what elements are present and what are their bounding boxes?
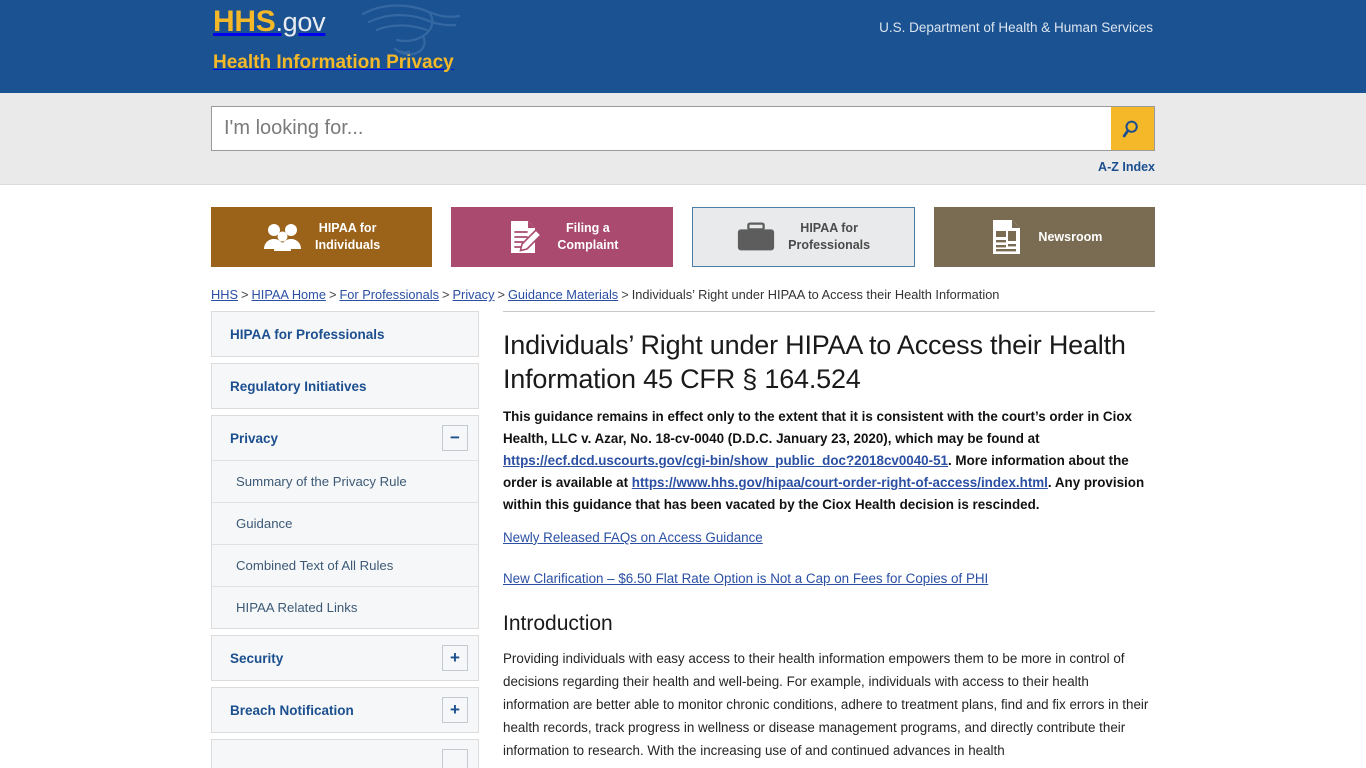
collapse-minus-icon[interactable]: − [442,425,468,451]
sidebar-item-label: Breach Notification [230,702,354,718]
site-banner: HHS.gov Health Information Privacy U.S. … [0,0,1366,93]
sidebar-group-privacy: Privacy − Summary of the Privacy Rule Gu… [211,415,479,629]
hhs-logo-suffix: .gov [275,7,326,37]
section-heading-introduction: Introduction [503,611,613,635]
court-order-page-link[interactable]: https://www.hhs.gov/hipaa/court-order-ri… [632,475,1048,490]
sidebar-subitem-label: Guidance [236,516,293,531]
breadcrumb-link-guidance-materials[interactable]: Guidance Materials [508,287,618,302]
main-content: Individuals’ Right under HIPAA to Access… [503,311,1155,768]
tile-filing-a-complaint[interactable]: Filing a Complaint [451,207,673,267]
sidebar-subitem-combined-text-of-all-rules[interactable]: Combined Text of All Rules [212,544,478,586]
briefcase-icon [736,219,776,255]
sidebar-item-regulatory-initiatives[interactable]: Regulatory Initiatives [212,364,478,408]
az-index-link[interactable]: A-Z Index [1098,160,1155,174]
breadcrumb-current: Individuals’ Right under HIPAA to Access… [631,287,1000,302]
sidebar-item-hipaa-for-professionals[interactable]: HIPAA for Professionals [212,312,478,356]
search-button[interactable] [1111,107,1154,150]
breadcrumb-link-hhs[interactable]: HHS [211,287,238,302]
az-index-row: A-Z Index [211,158,1155,176]
sidebar-subitem-label: HIPAA Related Links [236,600,358,615]
tile-newsroom[interactable]: Newsroom [933,207,1155,267]
search-icon [1122,120,1138,137]
tile-label: HIPAA for Individuals [314,221,381,252]
search-bar-region: A-Z Index [0,93,1366,185]
sidebar-group-security: Security + [211,635,479,681]
notice-text-part1: This guidance remains in effect only to … [503,409,1132,447]
department-name: U.S. Department of Health & Human Servic… [879,20,1153,35]
news-document-icon [986,219,1026,255]
sidebar-group-breach-notification: Breach Notification + [211,687,479,733]
breadcrumb-separator: > [442,287,450,302]
sidebar-subitem-label: Summary of the Privacy Rule [236,474,407,489]
sidebar-item-security[interactable]: Security + [212,636,478,680]
hhs-logo-link[interactable]: HHS.gov Health Information Privacy [213,6,454,74]
sidebar-item-breach-notification[interactable]: Breach Notification + [212,688,478,732]
search-input[interactable] [212,107,1111,150]
court-order-notice: This guidance remains in effect only to … [503,406,1155,516]
breadcrumb-separator: > [497,287,505,302]
tile-label: Filing a Complaint [557,221,619,252]
sidebar-item-partial[interactable] [212,740,478,768]
form-pencil-icon [505,219,545,255]
tile-label: HIPAA for Professionals [788,221,871,252]
people-icon [263,219,303,255]
court-docket-link[interactable]: https://ecf.dcd.uscourts.gov/cgi-bin/sho… [503,453,948,468]
sidebar-subitem-label: Combined Text of All Rules [236,558,394,573]
site-subtitle: Health Information Privacy [213,51,454,73]
hhs-logo-primary: HHS [213,5,276,38]
sidebar-item-label: Regulatory Initiatives [230,378,367,394]
link-newly-released-faqs[interactable]: Newly Released FAQs on Access Guidance [503,530,1155,545]
breadcrumb-separator: > [328,287,337,302]
breadcrumb: HHS > HIPAA Home > For Professionals > Privacy… [211,287,1155,302]
breadcrumb-link-for-professionals[interactable]: For Professionals [339,287,439,302]
breadcrumb-separator: > [621,287,629,302]
tile-hipaa-for-individuals[interactable]: HIPAA for Individuals [211,207,433,267]
sidebar-subitem-hipaa-related-links[interactable]: HIPAA Related Links [212,586,478,628]
sidebar-item-label: HIPAA for Professionals [230,326,385,342]
breadcrumb-separator: > [241,287,249,302]
expand-plus-icon[interactable]: + [442,645,468,671]
intro-paragraph: Providing individuals with easy access t… [503,650,1149,759]
link-new-clarification-flat-rate[interactable]: New Clarification – $6.50 Flat Rate Opti… [503,571,1155,586]
sidebar-item-privacy[interactable]: Privacy − [212,416,478,460]
sidebar-group-regulatory-initiatives: Regulatory Initiatives [211,363,479,409]
hhs-logo: HHS.gov [213,6,454,38]
sidebar-subitem-guidance[interactable]: Guidance [212,502,478,544]
breadcrumb-link-hipaa-home[interactable]: HIPAA Home [252,287,326,302]
sidebar-group-partial-cutoff [211,739,479,768]
page-title: Individuals’ Right under HIPAA to Access… [503,330,1126,395]
tile-label: Newsroom [1038,229,1103,244]
expand-plus-icon[interactable]: + [442,697,468,723]
breadcrumb-link-privacy[interactable]: Privacy [453,287,495,302]
quick-nav-tiles: HIPAA for Individuals Filing a Complaint… [211,207,1155,267]
expand-plus-icon[interactable] [442,749,468,768]
tile-hipaa-for-professionals[interactable]: HIPAA for Professionals [691,207,915,267]
sidebar-nav: HIPAA for Professionals Regulatory Initi… [211,311,479,768]
search-box[interactable] [211,106,1155,151]
sidebar-item-label: Security [230,650,284,666]
sidebar-item-label: Privacy [230,430,279,446]
sidebar-subitem-summary-of-the-privacy-rule[interactable]: Summary of the Privacy Rule [212,460,478,502]
sidebar-group-hipaa-for-professionals: HIPAA for Professionals [211,311,479,357]
